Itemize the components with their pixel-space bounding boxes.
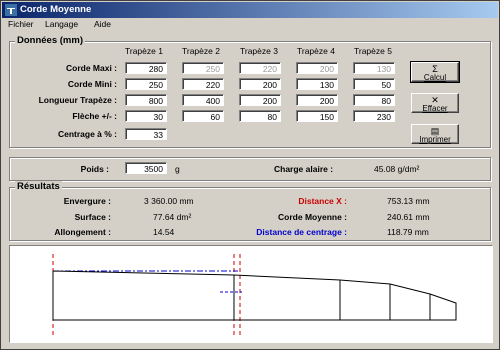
column-header-trapeze-1: Trapèze 1	[125, 46, 163, 56]
corde-moyenne-label: Corde Moyenne :	[278, 212, 347, 222]
window-title: Corde Moyenne	[20, 4, 92, 15]
corde-maxi-label: Corde Maxi :	[65, 63, 117, 73]
title-bar[interactable]: Corde Moyenne	[2, 2, 498, 18]
corde-maxi-input-2: 250	[182, 62, 224, 74]
fleche-input-5[interactable]: 230	[353, 110, 395, 122]
menu-aide[interactable]: Aide	[94, 18, 111, 31]
fleche-label: Flèche +/- :	[72, 111, 117, 121]
column-header-trapeze-4: Trapèze 4	[297, 46, 335, 56]
corde-mini-input-2[interactable]: 220	[182, 78, 224, 90]
centrage-label: Centrage à % :	[57, 129, 117, 139]
charge-alaire-label: Charge alaire :	[274, 164, 334, 174]
menu-bar: Fichier Langage Aide	[2, 18, 498, 31]
corde-maxi-input-3: 220	[239, 62, 281, 74]
longueur-trapeze-input-2[interactable]: 400	[182, 94, 224, 106]
corde-mini-label: Corde Mini :	[67, 79, 117, 89]
envergure-value: 3 360.00 mm	[144, 196, 194, 206]
fleche-input-3[interactable]: 80	[239, 110, 281, 122]
distance-x-value: 753.13 mm	[387, 196, 430, 206]
wing-drawing-canvas	[9, 245, 493, 343]
column-header-trapeze-3: Trapèze 3	[240, 46, 278, 56]
poids-label: Poids :	[80, 164, 109, 174]
imprimer-button-label: Imprimer	[419, 135, 451, 144]
allongement-value: 14.54	[153, 227, 175, 237]
longueur-trapeze-input-4[interactable]: 200	[296, 94, 338, 106]
corde-moyenne-value: 240.61 mm	[387, 212, 430, 222]
calcul-button[interactable]: Σ Calcul	[410, 61, 460, 83]
imprimer-button[interactable]: ▤ Imprimer	[411, 124, 459, 144]
longueur-trapeze-input-3[interactable]: 200	[239, 94, 281, 106]
distance-x-label: Distance X :	[298, 196, 347, 206]
corde-mini-input-5[interactable]: 50	[353, 78, 395, 90]
app-icon	[5, 4, 17, 16]
longueur-trapeze-input-1[interactable]: 800	[125, 94, 167, 106]
longueur-trapeze-label: Longueur Trapèze :	[38, 95, 117, 105]
effacer-button[interactable]: ✕ Effacer	[411, 93, 459, 113]
corde-mini-input-4[interactable]: 130	[296, 78, 338, 90]
corde-maxi-input-5: 130	[353, 62, 395, 74]
menu-langage[interactable]: Langage	[45, 18, 78, 31]
corde-mini-input-3[interactable]: 200	[239, 78, 281, 90]
effacer-button-label: Effacer	[422, 104, 448, 113]
allongement-label: Allongement :	[54, 227, 111, 237]
resultats-group-title: Résultats	[15, 181, 62, 192]
surface-label: Surface :	[74, 212, 111, 222]
fleche-input-4[interactable]: 150	[296, 110, 338, 122]
fleche-input-2[interactable]: 60	[182, 110, 224, 122]
app-window: Corde Moyenne Fichier Langage Aide Donné…	[0, 0, 500, 350]
corde-mini-input-1[interactable]: 250	[125, 78, 167, 90]
column-header-trapeze-5: Trapèze 5	[354, 46, 392, 56]
corde-maxi-input-4: 200	[296, 62, 338, 74]
charge-alaire-value: 45.08 g/dm²	[374, 164, 420, 174]
wing-planform-drawing	[52, 254, 457, 338]
distance-centrage-value: 118.79 mm	[387, 227, 429, 237]
longueur-trapeze-input-5[interactable]: 80	[353, 94, 395, 106]
envergure-label: Envergure :	[63, 196, 111, 206]
column-header-trapeze-2: Trapèze 2	[182, 46, 220, 56]
surface-value: 77.64 dm²	[153, 212, 192, 222]
distance-centrage-label: Distance de centrage :	[256, 227, 347, 237]
corde-maxi-input-1[interactable]: 280	[125, 62, 167, 74]
donnees-group-title: Données (mm)	[15, 35, 85, 46]
menu-fichier[interactable]: Fichier	[8, 18, 34, 31]
wing-outline	[52, 270, 457, 321]
centrage-input[interactable]: 33	[125, 128, 167, 140]
calcul-button-label: Calcul	[423, 73, 447, 82]
poids-unit: g	[175, 164, 180, 174]
fleche-input-1[interactable]: 30	[125, 110, 167, 122]
poids-input[interactable]: 3500	[125, 162, 167, 174]
